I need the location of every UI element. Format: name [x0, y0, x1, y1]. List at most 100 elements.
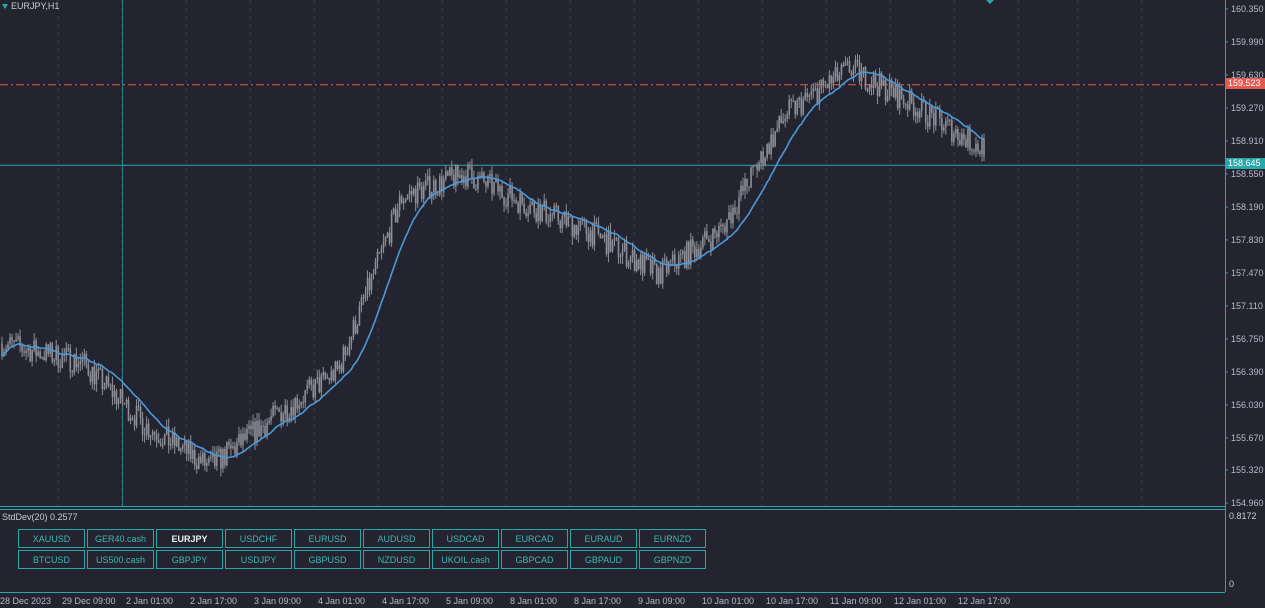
symbol-button-audusd[interactable]: AUDUSD [363, 529, 430, 548]
candle-body [89, 375, 92, 382]
candle-body [268, 420, 270, 424]
candle-body [814, 88, 817, 90]
symbol-button-us500[interactable]: US500.cash [87, 550, 154, 569]
candle-body [704, 231, 706, 238]
symbol-button-ger40[interactable]: GER40.cash [87, 529, 154, 548]
candle-body [143, 434, 146, 436]
candle-body [975, 143, 977, 152]
candle-body [320, 374, 323, 393]
candle-body [738, 197, 740, 214]
candle-body [101, 368, 104, 389]
symbol-button-gbpusd[interactable]: GBPUSD [294, 550, 361, 569]
candle-body [539, 205, 541, 222]
candle-body [694, 246, 696, 258]
symbol-button-eurcad[interactable]: EURCAD [501, 529, 568, 548]
symbol-button-euraud[interactable]: EURAUD [570, 529, 637, 548]
symbol-button-btcusd[interactable]: BTCUSD [18, 550, 85, 569]
candle-body [631, 250, 634, 257]
chart-area[interactable]: 160.350159.990159.630159.270158.910158.5… [0, 0, 1265, 608]
symbol-button-eurnzd[interactable]: EURNZD [639, 529, 706, 548]
moving-average-line [1, 71, 985, 459]
candle-body [900, 88, 903, 100]
candle-body [866, 89, 869, 92]
candle-body [945, 120, 947, 128]
time-axis-label: 29 Dec 09:00 [62, 596, 116, 606]
candle-body [951, 120, 953, 142]
candle-body [141, 417, 144, 435]
candle-body [981, 138, 983, 154]
candle-body [619, 255, 622, 257]
symbol-button-usdjpy[interactable]: USDJPY [225, 550, 292, 569]
symbol-button-gbpnzd[interactable]: GBPNZD [639, 550, 706, 569]
candle-body [790, 99, 793, 101]
candle-body [756, 165, 758, 171]
candle-body [326, 377, 329, 379]
candle-body [714, 228, 716, 234]
candle-body [163, 434, 166, 446]
candle-body [718, 225, 720, 238]
candle-body [459, 175, 461, 178]
candle-body [692, 239, 694, 247]
candle-body [204, 453, 206, 466]
candle-body [378, 251, 381, 253]
candle-body [216, 451, 218, 467]
candle-body [404, 198, 407, 201]
collapse-triangle-icon[interactable] [2, 3, 8, 9]
candle-body [870, 84, 873, 88]
candle-body [788, 99, 791, 116]
candle-body [145, 423, 148, 435]
candle-body [621, 250, 624, 256]
candle-body [726, 219, 728, 233]
candle-body [627, 262, 630, 267]
candle-body [669, 260, 672, 262]
candle-body [892, 88, 895, 98]
symbol-button-gbpjpy[interactable]: GBPJPY [156, 550, 223, 569]
candle-body [971, 149, 973, 151]
candle-body [947, 119, 949, 121]
symbol-button-ukoil[interactable]: UKOIL.cash [432, 550, 499, 569]
candle-body [97, 368, 100, 372]
symbol-button-nzdusd[interactable]: NZDUSD [363, 550, 430, 569]
price-scale-label: 154.960 [1231, 498, 1264, 508]
candle-body [858, 61, 861, 82]
chart-title[interactable]: EURJPY,H1 [2, 1, 59, 11]
symbol-button-gbpcad[interactable]: GBPCAD [501, 550, 568, 569]
candle-body [521, 193, 523, 204]
candle-body [852, 68, 855, 76]
candle-body [778, 116, 780, 129]
candle-body [605, 234, 608, 255]
symbol-button-usdchf[interactable]: USDCHF [225, 529, 292, 548]
symbol-button-usdcad[interactable]: USDCAD [432, 529, 499, 548]
candle-body [364, 294, 367, 299]
candle-body [230, 445, 232, 449]
candle-body [824, 84, 827, 86]
candle-body [537, 205, 539, 222]
candle-body [27, 348, 29, 351]
candle-body [774, 131, 776, 147]
symbol-button-gbpaud[interactable]: GBPAUD [570, 550, 637, 569]
candle-body [392, 208, 395, 213]
candle-body [324, 372, 327, 379]
candle-body [342, 346, 345, 372]
symbol-button-xauusd[interactable]: XAUUSD [18, 529, 85, 548]
price-scale-label: 158.190 [1231, 202, 1264, 212]
symbol-button-eurjpy[interactable]: EURJPY [156, 529, 223, 548]
candle-body [535, 212, 537, 222]
candle-body [746, 178, 748, 187]
candle-body [202, 453, 204, 463]
candle-body [846, 61, 849, 63]
time-axis-label: 4 Jan 01:00 [318, 596, 365, 606]
candle-body [348, 343, 351, 355]
candle-body [394, 208, 397, 223]
candle-body [595, 221, 598, 224]
candle-body [928, 105, 931, 127]
candle-body [589, 230, 592, 242]
candle-body [796, 100, 799, 115]
symbol-button-eurusd[interactable]: EURUSD [294, 529, 361, 548]
candle-body [924, 101, 927, 123]
candle-body [11, 337, 13, 341]
candle-body [252, 421, 254, 430]
candle-body [316, 377, 319, 380]
candle-body [635, 259, 638, 272]
candle-body [973, 150, 975, 152]
